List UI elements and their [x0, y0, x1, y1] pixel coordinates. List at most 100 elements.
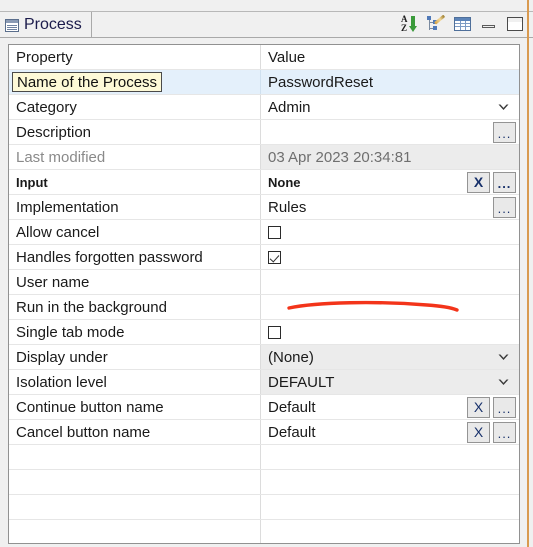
table-row[interactable]: Continue button name Default X... [9, 395, 519, 420]
table-row[interactable]: Implementation Rules... [9, 195, 519, 220]
column-header-value: Value [268, 48, 306, 66]
sort-letter-z: Z [401, 23, 408, 33]
cell-property: Name of the Process [9, 70, 261, 94]
value-text: Admin [268, 98, 311, 116]
property-name-edit-box[interactable]: Name of the Process [12, 72, 163, 92]
table-row[interactable]: Last modified 03 Apr 2023 20:34:81 [9, 145, 519, 170]
value-text: (None) [268, 348, 314, 366]
cell-value[interactable]: ... [261, 120, 519, 144]
checkbox-checked[interactable] [268, 250, 281, 264]
table-row[interactable]: Display under (None) [9, 345, 519, 370]
table-row[interactable]: Single tab mode [9, 320, 519, 345]
cell-property: Category [9, 95, 261, 119]
chevron-down-icon[interactable] [494, 379, 516, 386]
maximize-icon[interactable] [505, 15, 525, 33]
value-cell-widgets [494, 370, 519, 394]
table-row[interactable]: Description... [9, 120, 519, 145]
cell-value[interactable]: (None) [261, 345, 519, 369]
cell-property: User name [9, 270, 261, 294]
value-text: None [268, 174, 301, 190]
cell-value[interactable] [261, 470, 519, 494]
clear-x-icon[interactable]: X [467, 171, 490, 193]
cell-value[interactable] [261, 520, 519, 543]
properties-table-icon [5, 18, 19, 32]
property-label: Continue button name [16, 398, 164, 416]
cell-property: Last modified [9, 145, 261, 169]
cell-value[interactable] [261, 495, 519, 519]
checkbox-unchecked[interactable] [268, 325, 281, 339]
value-cell-widgets [494, 345, 519, 369]
cell-property: Description [9, 120, 261, 144]
property-label: Allow cancel [16, 223, 100, 241]
table-row[interactable]: Allow cancel [9, 220, 519, 245]
chevron-down-icon[interactable] [494, 104, 516, 111]
tab-strip-rule [0, 37, 533, 38]
property-label: Last modified [16, 148, 106, 166]
pencil-icon [434, 14, 446, 25]
table-row[interactable] [9, 445, 519, 470]
ellipsis-browse-icon[interactable]: ... [493, 196, 516, 218]
property-label: User name [16, 273, 90, 291]
table-row[interactable]: User name [9, 270, 519, 295]
property-label: Run in the background [16, 298, 167, 316]
checkbox-unchecked[interactable] [268, 225, 281, 239]
value-text: Default [268, 423, 316, 441]
table-row[interactable]: Name of the Process PasswordReset [9, 70, 519, 95]
value-cell-widgets [494, 95, 519, 119]
property-label: Display under [16, 348, 108, 366]
sort-az-icon[interactable]: A Z [401, 15, 421, 33]
property-label: Description [16, 123, 92, 141]
ellipsis-browse-icon[interactable]: ... [493, 171, 516, 193]
table-row[interactable] [9, 470, 519, 495]
cell-value[interactable]: None X... [261, 170, 519, 194]
value-text: PasswordReset [268, 73, 374, 91]
cell-value[interactable] [261, 295, 519, 319]
property-label: Cancel button name [16, 423, 151, 441]
clear-x-icon[interactable]: X [467, 396, 490, 418]
value-cell-widgets: ... [493, 120, 519, 144]
chevron-down-icon[interactable] [494, 354, 516, 361]
ellipsis-browse-icon[interactable]: ... [493, 121, 516, 143]
tab-process[interactable]: Process [0, 12, 92, 38]
table-row[interactable]: Handles forgotten password [9, 245, 519, 270]
table-row[interactable]: Input None X... [9, 170, 519, 195]
clear-x-icon[interactable]: X [467, 421, 490, 443]
cell-property: Cancel button name [9, 420, 261, 444]
table-row[interactable]: Category Admin [9, 95, 519, 120]
table-row[interactable]: Run in the background [9, 295, 519, 320]
cell-value[interactable] [261, 445, 519, 469]
table-icon[interactable] [453, 15, 473, 33]
ellipsis-browse-icon[interactable]: ... [493, 421, 516, 443]
property-label: Implementation [16, 198, 119, 216]
property-label: Single tab mode [16, 323, 125, 341]
cell-value[interactable]: 03 Apr 2023 20:34:81 [261, 145, 519, 169]
tree-edit-icon[interactable] [427, 14, 447, 33]
property-label: Handles forgotten password [16, 248, 203, 266]
cell-property [9, 520, 261, 543]
cell-value[interactable]: Default X... [261, 395, 519, 419]
table-row[interactable] [9, 520, 519, 543]
cell-property: Run in the background [9, 295, 261, 319]
table-header-row: Property Value [9, 45, 519, 70]
cell-value[interactable]: Admin [261, 95, 519, 119]
view-toolbar: A Z [401, 14, 525, 34]
cell-value[interactable]: Default X... [261, 420, 519, 444]
cell-value[interactable]: PasswordReset [261, 70, 519, 94]
value-cell-widgets: X... [467, 395, 519, 419]
cell-property [9, 445, 261, 469]
ellipsis-browse-icon[interactable]: ... [493, 396, 516, 418]
cell-value[interactable] [261, 270, 519, 294]
table-row[interactable] [9, 495, 519, 520]
table-row[interactable]: Isolation level DEFAULT [9, 370, 519, 395]
cell-value[interactable]: DEFAULT [261, 370, 519, 394]
cell-property [9, 470, 261, 494]
cell-value[interactable] [261, 220, 519, 244]
cell-value[interactable]: Rules... [261, 195, 519, 219]
cell-value[interactable] [261, 320, 519, 344]
cell-property: Isolation level [9, 370, 261, 394]
properties-grid: Property Value Name of the Process Password… [9, 45, 519, 543]
minimize-icon[interactable] [479, 15, 499, 33]
table-row[interactable]: Cancel button name Default X... [9, 420, 519, 445]
process-properties-view: Process A Z Property Value Name of the P… [0, 0, 533, 547]
cell-value[interactable] [261, 245, 519, 269]
